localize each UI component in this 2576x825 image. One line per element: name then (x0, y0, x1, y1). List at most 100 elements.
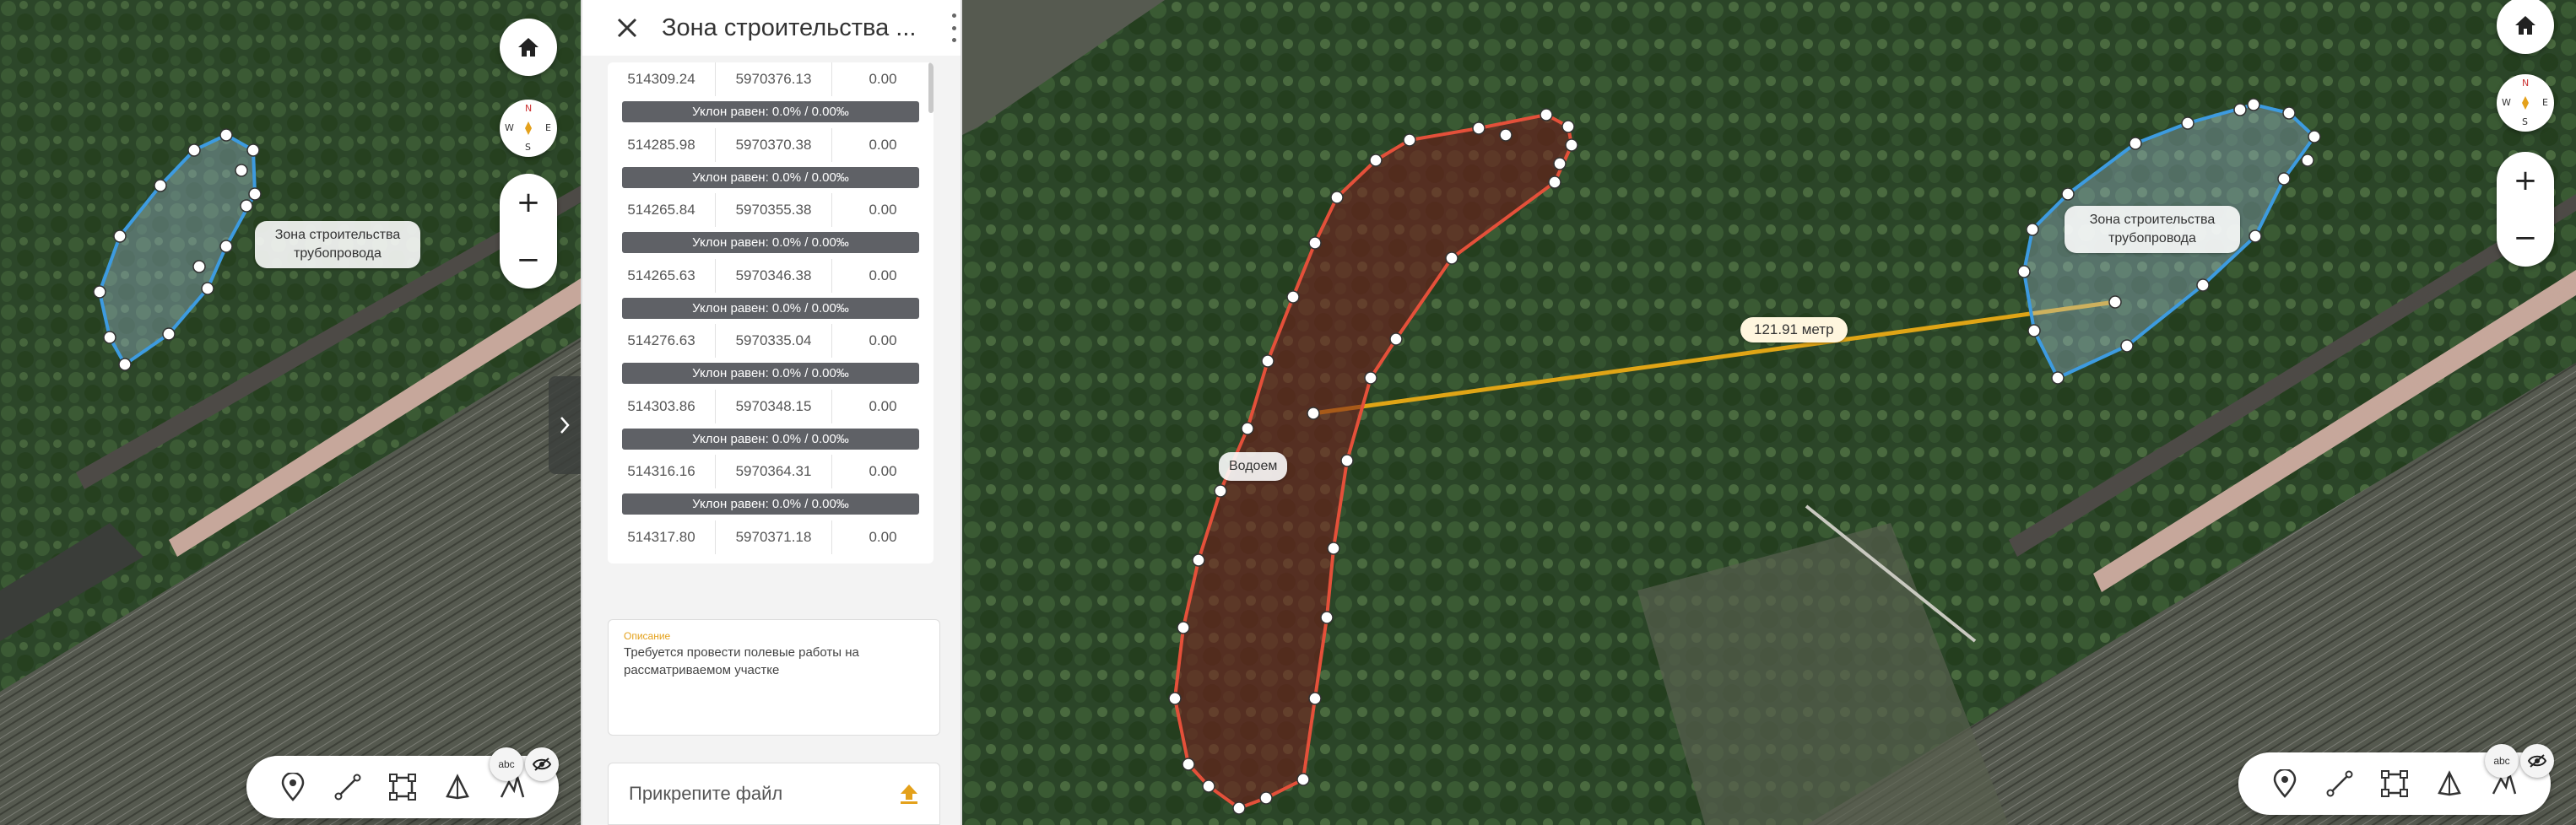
zoom-in-button[interactable]: + (500, 174, 557, 231)
cone-tool-button[interactable] (2427, 762, 2471, 806)
coordinates-scrollbar[interactable] (928, 62, 934, 113)
coordinate-x-cell[interactable]: 514309.24 (608, 62, 716, 96)
zone-label: Зона строительства трубопровода (255, 221, 420, 268)
slope-badge: Уклон равен: 0.0% / 0.00‰ (622, 232, 919, 254)
slope-badge: Уклон равен: 0.0% / 0.00‰ (622, 363, 919, 385)
home-icon (518, 38, 538, 57)
close-icon[interactable] (616, 17, 638, 39)
compass-w: W (2502, 97, 2511, 108)
line-tool-button[interactable] (2318, 762, 2362, 806)
zoom-out-button[interactable]: − (500, 231, 557, 288)
coordinate-x-cell[interactable]: 514265.84 (608, 193, 716, 227)
chevron-right-icon (560, 417, 570, 434)
object-details-panel: Зона строительства ... 514309.24 5970376.… (581, 0, 962, 825)
coordinate-y-cell[interactable]: 5970371.18 (716, 520, 832, 554)
coordinate-row: 514309.24 5970376.13 0.00 (608, 62, 934, 96)
coordinate-row: 514276.63 5970335.04 0.00 (608, 324, 934, 358)
slope-badge: Уклон равен: 0.0% / 0.00‰ (622, 428, 919, 450)
coordinate-z-cell[interactable]: 0.00 (832, 193, 934, 227)
polygon-icon (388, 774, 416, 801)
panel-header: Зона строительства ... (582, 0, 961, 56)
coordinate-z-cell[interactable]: 0.00 (832, 259, 934, 293)
compass-e: E (545, 122, 551, 133)
coordinate-x-cell[interactable]: 514303.86 (608, 389, 716, 423)
slope-badge: Уклон равен: 0.0% / 0.00‰ (622, 166, 919, 188)
slope-row: Уклон равен: 0.0% / 0.00‰ (608, 358, 934, 390)
upload-icon (901, 785, 917, 804)
map-view-right[interactable]: Зона строительства трубопровода Водоем 1… (962, 0, 2576, 825)
zoom-out-button[interactable]: − (2497, 209, 2554, 267)
distance-line[interactable] (1312, 299, 2116, 416)
map-view-left[interactable]: Зона строительства трубопровода N S W E … (0, 0, 581, 825)
line-icon (2326, 770, 2353, 797)
cone-tool-button[interactable] (436, 765, 479, 809)
slope-badge: Уклон равен: 0.0% / 0.00‰ (622, 297, 919, 319)
abc-toggle-button[interactable]: abc (490, 747, 523, 781)
compass-button[interactable]: N S W E (2497, 74, 2554, 132)
coordinate-y-cell[interactable]: 5970348.15 (716, 389, 832, 423)
compass-button[interactable]: N S W E (500, 100, 557, 157)
coordinate-row: 514303.86 5970348.15 0.00 (608, 389, 934, 423)
compass-n: N (525, 103, 533, 114)
coordinate-x-cell[interactable]: 514317.80 (608, 520, 716, 554)
point-tool-button[interactable] (2263, 762, 2307, 806)
coordinate-x-cell[interactable]: 514316.16 (608, 455, 716, 488)
zone-polygon-left[interactable] (0, 0, 581, 825)
point-tool-button[interactable] (271, 765, 315, 809)
coordinate-y-cell[interactable]: 5970370.38 (716, 127, 832, 162)
eye-off-icon (2528, 754, 2546, 768)
attach-file-label: Прикрепите файл (629, 783, 783, 804)
description-field[interactable]: Описание Требуется провести полевые рабо… (608, 619, 940, 736)
compass-w: W (505, 122, 514, 133)
line-tool-button[interactable] (326, 765, 370, 809)
polygon-tool-button[interactable] (381, 765, 425, 809)
compass-s: S (525, 142, 531, 153)
more-menu-icon[interactable] (952, 13, 957, 42)
home-button[interactable] (500, 19, 557, 76)
coordinate-row: 514265.84 5970355.38 0.00 (608, 193, 934, 227)
visibility-toggle-button[interactable] (525, 747, 559, 781)
slope-row: Уклон равен: 0.0% / 0.00‰ (608, 488, 934, 520)
coordinate-z-cell[interactable]: 0.00 (832, 62, 934, 96)
home-icon (2515, 16, 2535, 35)
coordinate-z-cell[interactable]: 0.00 (832, 520, 934, 554)
line-icon (334, 774, 361, 801)
zoom-in-button[interactable]: + (2497, 152, 2554, 209)
coordinates-table: 514309.24 5970376.13 0.00 Уклон равен: 0.0%… (608, 62, 934, 563)
coordinate-y-cell[interactable]: 5970335.04 (716, 324, 832, 358)
polygon-tool-button[interactable] (2373, 762, 2416, 806)
map-pin-icon (281, 773, 304, 801)
visibility-toggle-button[interactable] (2520, 744, 2554, 778)
slope-row: Уклон равен: 0.0% / 0.00‰ (608, 423, 934, 456)
map-overlays-right[interactable] (962, 0, 2576, 825)
coordinate-z-cell[interactable]: 0.00 (832, 324, 934, 358)
coordinate-y-cell[interactable]: 5970355.38 (716, 193, 832, 227)
coordinate-z-cell[interactable]: 0.00 (832, 455, 934, 488)
coordinate-row: 514317.80 5970371.18 0.00 (608, 520, 934, 554)
coordinate-z-cell[interactable]: 0.00 (832, 390, 934, 423)
abc-toggle-button[interactable]: abc (2485, 744, 2519, 778)
eye-off-icon (533, 758, 551, 771)
coordinate-y-cell[interactable]: 5970346.38 (716, 258, 832, 293)
coordinate-x-cell[interactable]: 514285.98 (608, 127, 716, 162)
coordinate-y-cell[interactable]: 5970376.13 (716, 62, 832, 96)
panel-expand-tab[interactable] (549, 376, 581, 474)
cone-icon (2438, 770, 2462, 796)
coordinate-z-cell[interactable]: 0.00 (832, 128, 934, 162)
coordinate-y-cell[interactable]: 5970364.31 (716, 455, 832, 488)
attach-file-button[interactable]: Прикрепите файл (608, 763, 940, 825)
slope-row: Уклон равен: 0.0% / 0.00‰ (608, 227, 934, 259)
zoom-control: + − (2497, 152, 2554, 267)
water-label: Водоем (1219, 452, 1288, 481)
coordinate-x-cell[interactable]: 514265.63 (608, 258, 716, 293)
coordinate-row: 514265.63 5970346.38 0.00 (608, 258, 934, 293)
compass-n: N (2522, 78, 2530, 89)
coordinate-x-cell[interactable]: 514276.63 (608, 324, 716, 358)
slope-badge: Уклон равен: 0.0% / 0.00‰ (622, 493, 919, 515)
compass-e: E (2542, 97, 2548, 108)
slope-row: Уклон равен: 0.0% / 0.00‰ (608, 162, 934, 194)
description-text: Требуется провести полевые работы на рас… (624, 645, 859, 677)
slope-row: Уклон равен: 0.0% / 0.00‰ (608, 96, 934, 128)
coordinate-row: 514316.16 5970364.31 0.00 (608, 455, 934, 488)
coordinate-row: 514285.98 5970370.38 0.00 (608, 127, 934, 162)
